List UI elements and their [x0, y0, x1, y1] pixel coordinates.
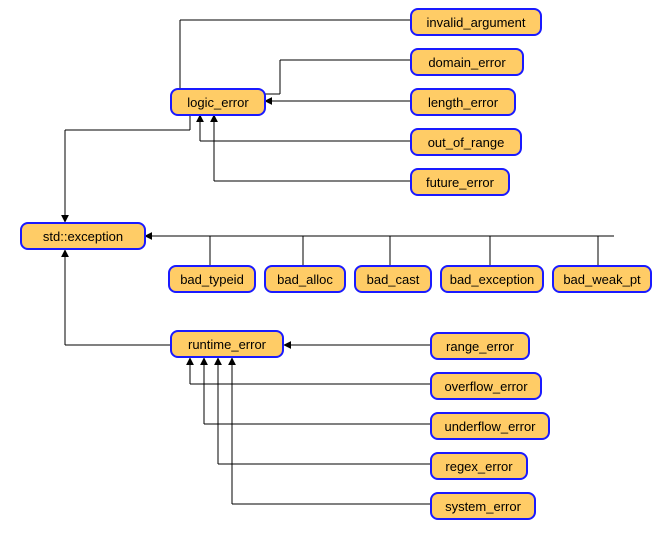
- node-range-error: range_error: [430, 332, 530, 360]
- node-label: underflow_error: [444, 419, 535, 434]
- node-regex-error: regex_error: [430, 452, 528, 480]
- node-label: length_error: [428, 95, 498, 110]
- node-label: runtime_error: [188, 337, 266, 352]
- node-underflow-error: underflow_error: [430, 412, 550, 440]
- node-label: system_error: [445, 499, 521, 514]
- node-label: domain_error: [428, 55, 505, 70]
- node-label: std::exception: [43, 229, 123, 244]
- node-future-error: future_error: [410, 168, 510, 196]
- node-bad-exception: bad_exception: [440, 265, 544, 293]
- node-label: out_of_range: [428, 135, 505, 150]
- node-system-error: system_error: [430, 492, 536, 520]
- node-label: future_error: [426, 175, 494, 190]
- node-label: overflow_error: [444, 379, 527, 394]
- node-overflow-error: overflow_error: [430, 372, 542, 400]
- node-label: bad_cast: [367, 272, 420, 287]
- node-label: regex_error: [445, 459, 512, 474]
- node-bad-cast: bad_cast: [354, 265, 432, 293]
- node-std-exception: std::exception: [20, 222, 146, 250]
- node-invalid-argument: invalid_argument: [410, 8, 542, 36]
- node-label: bad_alloc: [277, 272, 333, 287]
- node-bad-alloc: bad_alloc: [264, 265, 346, 293]
- node-logic-error: logic_error: [170, 88, 266, 116]
- node-label: invalid_argument: [426, 15, 525, 30]
- node-label: range_error: [446, 339, 514, 354]
- node-domain-error: domain_error: [410, 48, 524, 76]
- node-label: bad_weak_pt: [563, 272, 640, 287]
- node-label: bad_exception: [450, 272, 535, 287]
- node-bad-typeid: bad_typeid: [168, 265, 256, 293]
- node-label: logic_error: [187, 95, 248, 110]
- node-runtime-error: runtime_error: [170, 330, 284, 358]
- node-out-of-range: out_of_range: [410, 128, 522, 156]
- node-bad-weak-pt: bad_weak_pt: [552, 265, 652, 293]
- node-length-error: length_error: [410, 88, 516, 116]
- node-label: bad_typeid: [180, 272, 244, 287]
